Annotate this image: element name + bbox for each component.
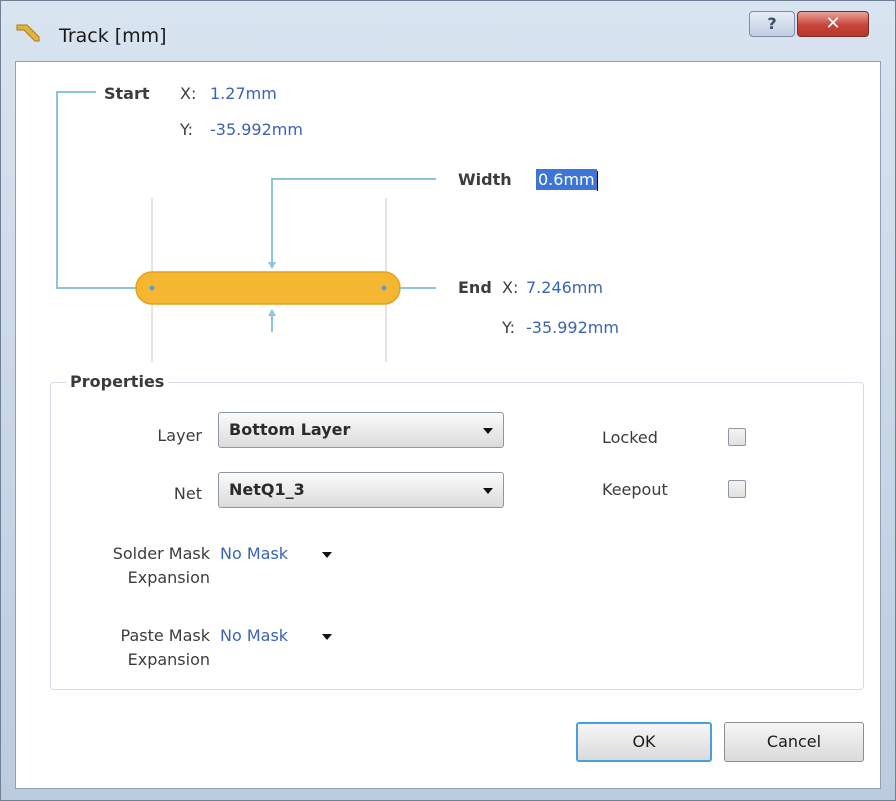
properties-title: Properties: [66, 372, 169, 391]
width-value: 0.6mm: [536, 169, 597, 190]
keepout-label: Keepout: [602, 480, 668, 499]
layer-label: Layer: [157, 426, 202, 445]
start-y-value[interactable]: -35.992mm: [210, 120, 303, 139]
chevron-down-icon: [483, 428, 493, 434]
start-x-value[interactable]: 1.27mm: [210, 84, 277, 103]
end-y-value[interactable]: -35.992mm: [526, 318, 619, 337]
solder-mask-label-line-2: Expansion: [127, 568, 210, 587]
start-y-label: Y:: [180, 120, 194, 139]
end-label: End: [458, 278, 492, 297]
solder-mask-label-line-1: Solder Mask: [112, 544, 210, 563]
paste-mask-dropdown-icon[interactable]: [322, 634, 332, 640]
text-caret: [596, 170, 598, 191]
solder-mask-label: Solder Mask Expansion: [76, 542, 210, 590]
width-input[interactable]: 0.6mm: [536, 167, 606, 193]
track-icon: [16, 24, 40, 42]
width-arrow-top: [268, 262, 276, 269]
track-shape: [135, 271, 401, 305]
end-x-value[interactable]: 7.246mm: [526, 278, 603, 297]
paste-mask-label: Paste Mask Expansion: [76, 624, 210, 672]
window-title: Track [mm]: [59, 25, 167, 47]
width-arrow-bottom: [268, 309, 276, 316]
layer-select[interactable]: Bottom Layer: [218, 412, 504, 448]
help-button[interactable]: ?: [749, 11, 795, 37]
net-label: Net: [173, 484, 202, 503]
solder-mask-dropdown-icon[interactable]: [322, 552, 332, 558]
locked-label: Locked: [602, 428, 658, 447]
keepout-checkbox[interactable]: [728, 480, 746, 498]
end-x-label: X:: [502, 278, 519, 297]
net-select[interactable]: NetQ1_3: [218, 472, 504, 508]
ok-button[interactable]: OK: [576, 722, 712, 762]
cancel-button[interactable]: Cancel: [724, 722, 864, 762]
track-dialog: Track [mm] ? ✕ Start X: 1.27mm Y: -35.99…: [0, 0, 896, 801]
solder-mask-value[interactable]: No Mask: [220, 544, 288, 563]
start-x-label: X:: [180, 84, 197, 103]
width-label: Width: [458, 170, 512, 189]
start-point: [149, 285, 155, 291]
net-select-value: NetQ1_3: [229, 480, 305, 499]
end-point: [381, 285, 387, 291]
end-y-label: Y:: [502, 318, 516, 337]
layer-select-value: Bottom Layer: [229, 420, 351, 439]
paste-mask-label-line-1: Paste Mask: [120, 626, 210, 645]
close-button[interactable]: ✕: [797, 11, 869, 37]
dialog-content: Start X: 1.27mm Y: -35.992mm Width 0.6mm…: [15, 61, 881, 789]
title-bar[interactable]: Track [mm] ? ✕: [1, 1, 895, 61]
paste-mask-label-line-2: Expansion: [127, 650, 210, 669]
track-diagram: [56, 91, 436, 362]
chevron-down-icon: [483, 488, 493, 494]
paste-mask-value[interactable]: No Mask: [220, 626, 288, 645]
start-label: Start: [104, 84, 150, 103]
locked-checkbox[interactable]: [728, 428, 746, 446]
